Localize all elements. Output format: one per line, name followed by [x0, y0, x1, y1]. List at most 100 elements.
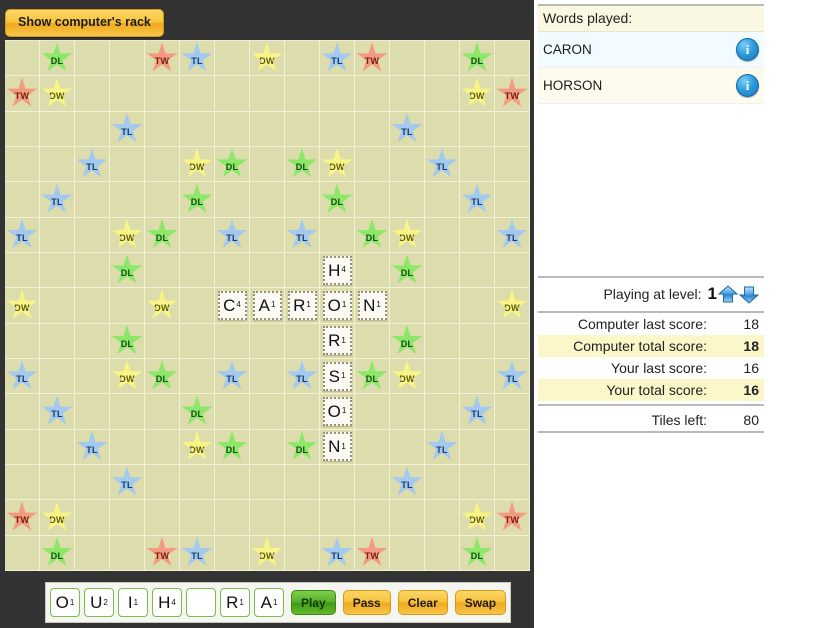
board-cell-1-6[interactable] — [215, 76, 250, 112]
board-cell-14-12[interactable] — [425, 535, 460, 571]
board-cell-3-0[interactable] — [5, 146, 40, 183]
board-cell-2-1[interactable] — [40, 111, 75, 147]
board-cell-3-1[interactable] — [40, 146, 75, 183]
board-cell-14-10[interactable]: TW — [355, 535, 390, 571]
board-cell-9-14[interactable]: TL — [495, 358, 530, 395]
board-cell-7-6[interactable]: C4 — [215, 288, 250, 324]
board-cell-9-7[interactable] — [250, 358, 285, 395]
board-cell-1-9[interactable] — [320, 76, 355, 112]
board-cell-6-9[interactable]: H4 — [320, 252, 355, 289]
board-cell-13-8[interactable] — [285, 500, 320, 536]
board-cell-6-13[interactable] — [460, 252, 495, 289]
board-cell-0-3[interactable] — [110, 41, 145, 77]
rack-tile-h[interactable]: H4 — [152, 588, 182, 617]
board-cell-7-4[interactable]: DW — [145, 288, 180, 324]
board-cell-0-6[interactable] — [215, 41, 250, 77]
board-cell-8-8[interactable] — [285, 323, 320, 359]
board-cell-11-11[interactable] — [390, 429, 425, 465]
board-cell-13-0[interactable]: TW — [5, 500, 40, 536]
board-tile[interactable]: R1 — [287, 290, 317, 320]
board-cell-4-14[interactable] — [495, 182, 530, 218]
board-cell-11-9[interactable]: N1 — [320, 429, 355, 465]
board-cell-9-3[interactable]: DW — [110, 358, 145, 395]
board-cell-0-7[interactable]: DW — [250, 41, 285, 77]
board-cell-12-5[interactable] — [180, 464, 215, 501]
board-tile[interactable]: C4 — [217, 290, 247, 320]
board-cell-8-2[interactable] — [75, 323, 110, 359]
board-cell-3-10[interactable] — [355, 146, 390, 183]
board-cell-4-2[interactable] — [75, 182, 110, 218]
board-cell-2-12[interactable] — [425, 111, 460, 147]
board-cell-0-13[interactable]: DL — [460, 41, 495, 77]
board-cell-0-10[interactable]: TW — [355, 41, 390, 77]
board-cell-2-0[interactable] — [5, 111, 40, 147]
board-cell-9-11[interactable]: DW — [390, 358, 425, 395]
board-cell-7-1[interactable] — [40, 288, 75, 324]
board-cell-4-12[interactable] — [425, 182, 460, 218]
board-cell-12-3[interactable]: TL — [110, 464, 145, 501]
board-cell-13-1[interactable]: DW — [40, 500, 75, 536]
board-cell-8-14[interactable] — [495, 323, 530, 359]
info-icon[interactable]: i — [736, 38, 759, 61]
board-cell-2-8[interactable] — [285, 111, 320, 147]
board-cell-0-5[interactable]: TL — [180, 41, 215, 77]
board-cell-8-6[interactable] — [215, 323, 250, 359]
board-cell-11-8[interactable]: DL — [285, 429, 320, 465]
board-cell-7-14[interactable]: DW — [495, 288, 530, 324]
board-cell-4-11[interactable] — [390, 182, 425, 218]
board-cell-9-1[interactable] — [40, 358, 75, 395]
board-cell-10-3[interactable] — [110, 394, 145, 430]
board-cell-10-9[interactable]: O1 — [320, 394, 355, 430]
board-cell-3-12[interactable]: TL — [425, 146, 460, 183]
board-cell-11-2[interactable]: TL — [75, 429, 110, 465]
board-cell-10-12[interactable] — [425, 394, 460, 430]
board-cell-9-0[interactable]: TL — [5, 358, 40, 395]
board-cell-3-3[interactable] — [110, 146, 145, 183]
board-cell-7-8[interactable]: R1 — [285, 288, 320, 324]
board-cell-11-13[interactable] — [460, 429, 495, 465]
board-cell-12-7[interactable] — [250, 464, 285, 501]
level-up-icon[interactable] — [717, 284, 739, 304]
board-cell-8-5[interactable] — [180, 323, 215, 359]
board-cell-3-8[interactable]: DL — [285, 146, 320, 183]
board-cell-7-7[interactable]: A1 — [250, 288, 285, 324]
board-cell-10-10[interactable] — [355, 394, 390, 430]
board-cell-7-0[interactable]: DW — [5, 288, 40, 324]
board-cell-9-2[interactable] — [75, 358, 110, 395]
swap-button[interactable]: Swap — [454, 590, 507, 615]
board-cell-4-5[interactable]: DL — [180, 182, 215, 218]
board-cell-6-10[interactable] — [355, 252, 390, 289]
board-cell-12-14[interactable] — [495, 464, 530, 501]
board-cell-9-9[interactable]: S1 — [320, 358, 355, 395]
rack-tile-i[interactable]: I1 — [118, 588, 148, 617]
board-cell-13-7[interactable] — [250, 500, 285, 536]
board-cell-2-7[interactable] — [250, 111, 285, 147]
rack-tile-o[interactable]: O1 — [50, 588, 80, 617]
board-cell-2-10[interactable] — [355, 111, 390, 147]
board-cell-3-7[interactable] — [250, 146, 285, 183]
board-cell-0-0[interactable] — [5, 41, 40, 77]
board-tile[interactable]: H4 — [322, 255, 352, 285]
board-cell-0-12[interactable] — [425, 41, 460, 77]
board-cell-3-9[interactable]: DW — [320, 146, 355, 183]
board-cell-12-8[interactable] — [285, 464, 320, 501]
show-computer-rack-button[interactable]: Show computer's rack — [5, 9, 164, 37]
board-cell-10-11[interactable] — [390, 394, 425, 430]
board-cell-5-1[interactable] — [40, 217, 75, 253]
board-cell-4-0[interactable] — [5, 182, 40, 218]
board-cell-2-5[interactable] — [180, 111, 215, 147]
board-cell-6-4[interactable] — [145, 252, 180, 289]
board-cell-14-5[interactable]: TL — [180, 535, 215, 571]
board-cell-12-1[interactable] — [40, 464, 75, 501]
board-cell-3-11[interactable] — [390, 146, 425, 183]
board-cell-5-12[interactable] — [425, 217, 460, 253]
board-cell-1-0[interactable]: TW — [5, 76, 40, 112]
board-cell-14-13[interactable]: DL — [460, 535, 495, 571]
board-cell-13-4[interactable] — [145, 500, 180, 536]
board-cell-5-3[interactable]: DW — [110, 217, 145, 253]
play-button[interactable]: Play — [291, 590, 336, 615]
board-cell-1-2[interactable] — [75, 76, 110, 112]
board-cell-9-4[interactable]: DL — [145, 358, 180, 395]
board-cell-2-4[interactable] — [145, 111, 180, 147]
board-cell-9-5[interactable] — [180, 358, 215, 395]
